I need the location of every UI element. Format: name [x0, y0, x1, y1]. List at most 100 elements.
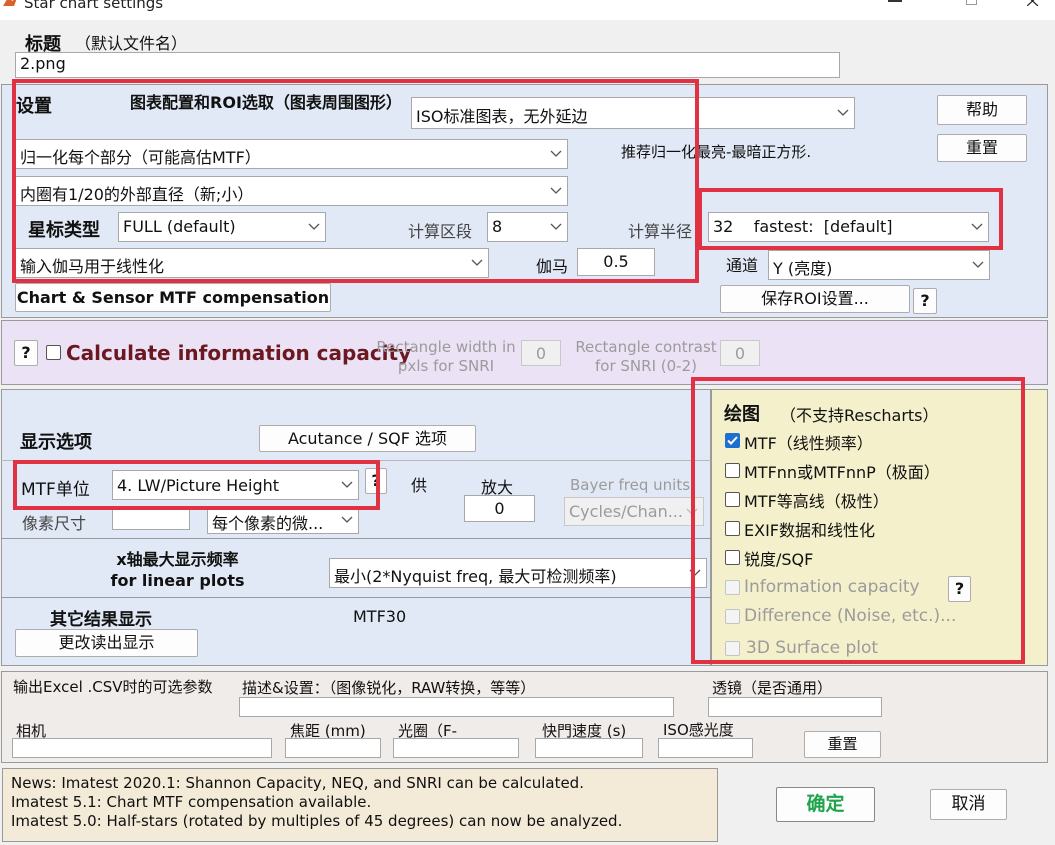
description-input[interactable] — [239, 697, 674, 717]
inner-circle-select[interactable]: 内圈有1/20的外部直径（新;小） — [15, 176, 568, 206]
chevron-down-icon — [341, 481, 353, 488]
plot-difference-label[interactable]: Difference (Noise, etc.)... — [744, 606, 956, 626]
pixel-unit-value: 每个像素的微... — [212, 514, 324, 533]
save-roi-button[interactable]: 保存ROI设置... — [720, 285, 910, 313]
chevron-down-icon — [550, 223, 562, 230]
zoom-input[interactable]: 0 — [464, 495, 535, 522]
bayer-label: Bayer freq units — [570, 476, 691, 494]
chart-config-value: ISO标准图表，无外延边 — [416, 107, 588, 126]
shutter-input[interactable] — [535, 738, 643, 758]
info-capacity-checkbox[interactable] — [46, 345, 61, 360]
gamma-label: 伽马 — [536, 257, 569, 276]
gamma-select[interactable]: 输入伽马用于线性化 — [15, 248, 489, 278]
chevron-down-icon — [972, 261, 984, 268]
display-divider-2 — [1, 597, 711, 598]
pixel-unit-select[interactable]: 每个像素的微... — [207, 506, 359, 534]
inner-circle-value: 内圈有1/20的外部直径（新;小） — [20, 185, 254, 204]
gamma-input[interactable]: 0.5 — [577, 248, 655, 276]
star-type-select[interactable]: FULL (default) — [118, 212, 326, 242]
excel-label: 输出Excel .CSV时的可选参数 — [13, 678, 213, 696]
chevron-down-icon — [471, 259, 483, 266]
radius-select[interactable]: 32 fastest: [default] — [708, 212, 989, 242]
rect-width-input[interactable]: 0 — [521, 340, 561, 366]
chevron-down-icon — [689, 569, 701, 576]
plot-info-capacity-checkbox[interactable] — [725, 580, 740, 595]
chevron-down-icon — [550, 187, 562, 194]
radius-label: 计算半径 — [628, 222, 693, 241]
compensation-button[interactable]: Chart & Sensor MTF compensation — [15, 283, 331, 312]
xaxis-label: x轴最大显示频率 for linear plots — [100, 549, 255, 591]
ok-button[interactable]: 确定 — [776, 787, 875, 822]
plot-3d-label[interactable]: 3D Surface plot — [746, 638, 878, 658]
plot-contour-checkbox[interactable] — [725, 492, 740, 507]
plot-exif-label[interactable]: EXIF数据和线性化 — [744, 517, 875, 541]
iso-label: ISO感光度 — [663, 721, 734, 739]
plots-label: 绘图 — [724, 404, 760, 425]
normalize-value: 归一化每个部分（可能高估MTF） — [20, 148, 261, 167]
plot-mtfnn-label[interactable]: MTFnn或MTFnnP（极面） — [744, 459, 940, 483]
rect-width-label: Rectangle width in pxls for SNRI — [376, 338, 516, 375]
bayer-select[interactable]: Cycles/Chan... — [564, 497, 704, 526]
plot-contour-label[interactable]: MTF等高线（极性） — [744, 488, 889, 512]
star-type-label: 星标类型 — [28, 220, 100, 241]
info-capacity-help-button[interactable]: ? — [14, 340, 38, 366]
channel-select[interactable]: Y (亮度) — [768, 250, 990, 280]
title-hint: （默认文件名） — [75, 34, 188, 53]
chevron-down-icon — [971, 223, 983, 230]
plot-mtfnn-checkbox[interactable] — [725, 463, 740, 478]
chevron-down-icon — [550, 150, 562, 157]
normalize-hint: 推荐归一化最亮-最暗正方形. — [621, 143, 812, 161]
help-button[interactable]: 帮助 — [937, 95, 1027, 125]
other-results-label: 其它结果显示 — [50, 610, 152, 630]
cancel-button[interactable]: 取消 — [930, 789, 1007, 820]
chevron-down-icon — [837, 109, 849, 116]
matlab-logo-icon — [3, 0, 17, 6]
chart-config-select[interactable]: ISO标准图表，无外延边 — [411, 97, 855, 129]
gamma-select-value: 输入伽马用于线性化 — [20, 257, 165, 276]
title-input[interactable]: 2.png — [15, 52, 840, 78]
maximize-icon[interactable] — [966, 0, 977, 5]
xaxis-label-line2: for linear plots — [110, 571, 245, 590]
aperture-input[interactable] — [393, 738, 519, 758]
minimize-icon[interactable] — [888, 0, 902, 2]
focal-input[interactable] — [285, 738, 381, 758]
mtf30-label: MTF30 — [353, 607, 407, 626]
chevron-down-icon — [308, 223, 320, 230]
plot-exif-checkbox[interactable] — [725, 521, 740, 536]
pixel-size-input[interactable] — [112, 506, 190, 530]
radius-value: 32 fastest: [default] — [713, 217, 893, 236]
chevron-down-icon — [686, 508, 698, 515]
plot-difference-checkbox[interactable] — [725, 609, 740, 624]
xaxis-select[interactable]: 最小(2*Nyquist freq, 最大可检测频率) — [329, 558, 707, 588]
news-line: News: Imatest 2020.1: Shannon Capacity, … — [11, 774, 584, 792]
mtf-unit-select[interactable]: 4. LW/Picture Height — [112, 470, 359, 500]
plot-info-capacity-label[interactable]: Information capacity — [744, 577, 920, 597]
channel-value: Y (亮度) — [773, 259, 833, 278]
save-roi-help-button[interactable]: ? — [913, 288, 937, 314]
excel-reset-button[interactable]: 重置 — [804, 731, 881, 758]
mtf-unit-label: MTF单位 — [21, 480, 90, 500]
plot-sharpness-checkbox[interactable] — [725, 550, 740, 565]
reset-settings-button[interactable]: 重置 — [937, 134, 1027, 162]
mtf-unit-help-button[interactable]: ? — [365, 468, 387, 494]
camera-input[interactable] — [12, 738, 272, 758]
lens-input[interactable] — [708, 697, 882, 717]
plot-sharpness-label[interactable]: 锐度/SQF — [744, 546, 813, 570]
plot-mtf-label[interactable]: MTF（线性频率） — [744, 430, 873, 454]
star-type-value: FULL (default) — [123, 217, 236, 236]
plot-info-capacity-help-button[interactable]: ? — [948, 576, 971, 602]
acutance-button[interactable]: Acutance / SQF 选项 — [259, 425, 476, 452]
rect-contrast-input[interactable]: 0 — [720, 340, 760, 366]
chart-config-label: 图表配置和ROI选取（图表周围图形） — [130, 93, 402, 112]
segments-select[interactable]: 8 — [487, 212, 568, 242]
iso-input[interactable] — [658, 738, 753, 758]
description-label: 描述&设置：（图像锐化，RAW转换，等等） — [242, 679, 536, 697]
plot-mtf-checkbox[interactable] — [725, 433, 740, 448]
plots-hint: （不支持Rescharts） — [780, 406, 939, 425]
change-readout-button[interactable]: 更改读出显示 — [15, 629, 198, 657]
close-icon[interactable] — [1027, 0, 1039, 6]
info-capacity-label[interactable]: Calculate information capacity — [66, 341, 411, 365]
segments-label: 计算区段 — [408, 222, 473, 241]
normalize-select[interactable]: 归一化每个部分（可能高估MTF） — [15, 139, 568, 169]
plot-3d-checkbox[interactable] — [725, 641, 740, 656]
